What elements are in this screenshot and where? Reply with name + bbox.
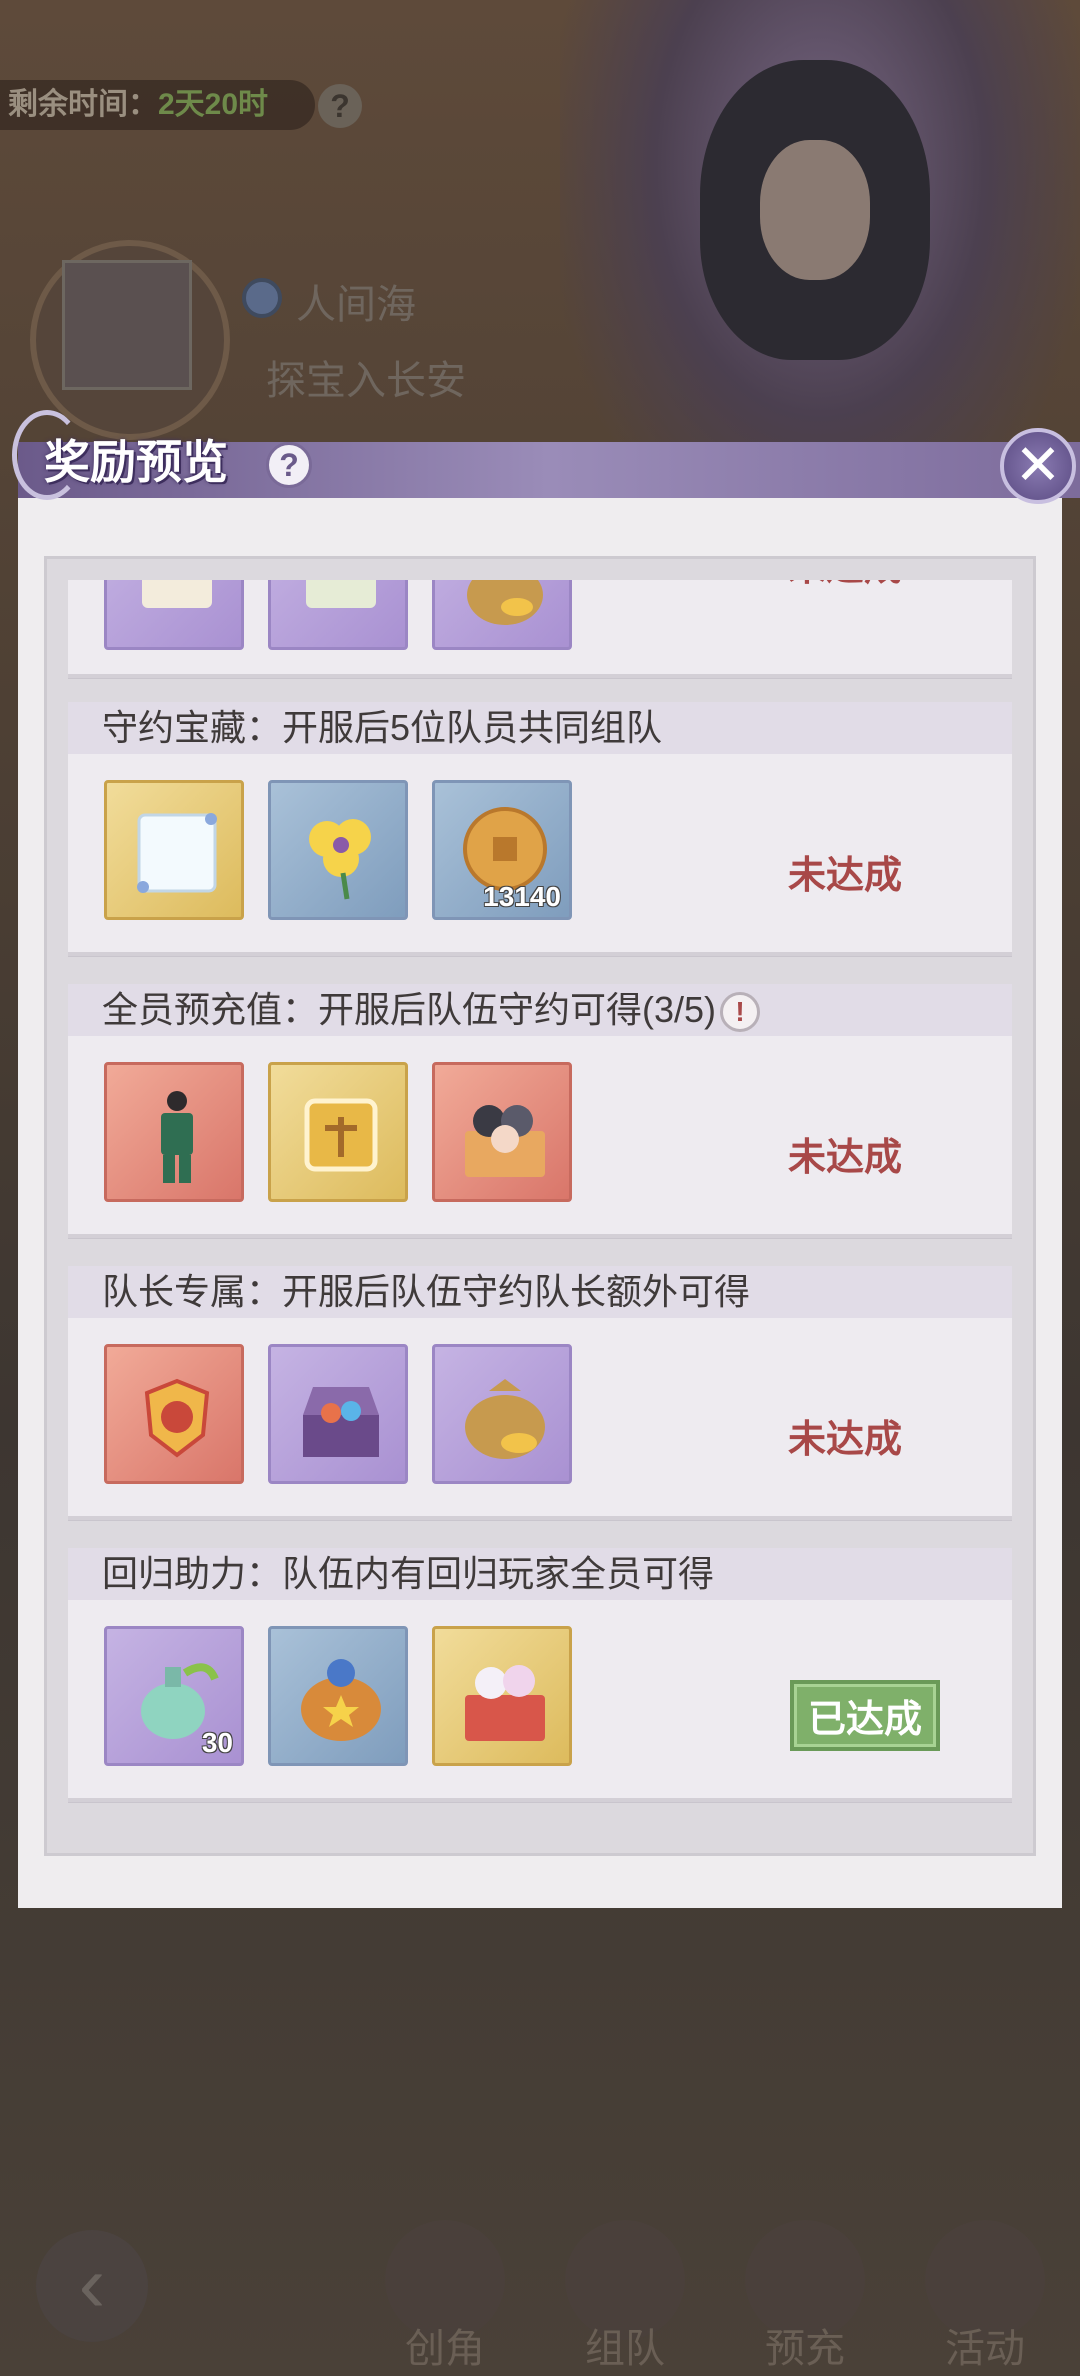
nav-create-character[interactable]: 创角 — [380, 2220, 510, 2371]
team-badge-icon — [304, 1098, 378, 1172]
status-label: 未达成 — [788, 1137, 903, 1179]
status-label: 未达成 — [788, 580, 902, 591]
reward-card: 未达成 — [68, 580, 1012, 678]
reward-item[interactable] — [268, 580, 408, 650]
reward-card-title-text: 全员预充值：开服后队伍守约可得(3/5) — [102, 989, 717, 1030]
frame-icon — [137, 813, 217, 893]
reward-card: 守约宝藏：开服后5位队员共同组队 13140 未达成 — [68, 702, 1012, 956]
reward-card: 队长专属：开服后队伍守约队长额外可得 未达成 — [68, 1266, 1012, 1520]
pet-box-icon — [465, 1665, 545, 1741]
gift-box-icon — [465, 1105, 545, 1177]
gold-bag-icon — [467, 580, 543, 625]
reward-item[interactable] — [104, 580, 244, 650]
item-quantity: 30 — [201, 1727, 233, 1758]
reward-card: 全员预充值：开服后队伍守约可得(3/5)! 未达成 — [68, 984, 1012, 1238]
reward-item[interactable]: 13140 — [432, 780, 572, 920]
nav-activity[interactable]: 活动 — [920, 2220, 1050, 2371]
help-icon[interactable]: ? — [266, 442, 312, 488]
reward-card-title: 守约宝藏：开服后5位队员共同组队 — [68, 702, 1012, 754]
remaining-time: 剩余时间：2天20时 — [0, 80, 315, 130]
modal-title: 奖励预览 — [44, 436, 228, 488]
nav-team[interactable]: 组队 — [560, 2220, 690, 2371]
reward-card: 回归助力：队伍内有回归玩家全员可得 30 已达成 — [68, 1548, 1012, 1802]
avatar[interactable] — [62, 260, 192, 390]
map-scroll-icon — [306, 580, 376, 608]
character-face — [760, 140, 870, 280]
help-icon[interactable]: ? — [318, 84, 362, 128]
reward-list[interactable]: 未达成 守约宝藏：开服后5位队员共同组队 13140 未达成 全员预充值：开服后… — [68, 580, 1012, 1820]
reward-card-title: 全员预充值：开服后队伍守约可得(3/5)! — [68, 984, 1012, 1036]
reward-item[interactable] — [104, 780, 244, 920]
nav-prepay[interactable]: 预充 — [740, 2220, 870, 2371]
reward-item[interactable] — [268, 1344, 408, 1484]
back-button[interactable]: ‹ — [36, 2230, 148, 2342]
reward-item[interactable] — [432, 1344, 572, 1484]
status-badge: 已达成 — [790, 1680, 941, 1751]
treasure-chest-icon — [303, 1387, 379, 1457]
status-label: 未达成 — [788, 855, 903, 897]
status-label: 未达成 — [788, 1419, 903, 1461]
item-quantity: 13140 — [483, 881, 561, 912]
reward-item[interactable] — [268, 1626, 408, 1766]
reward-card-title: 回归助力：队伍内有回归玩家全员可得 — [68, 1548, 1012, 1600]
server-subtitle: 探宝入长安 — [266, 359, 466, 403]
reward-item[interactable] — [104, 1062, 244, 1202]
nav-label: 创角 — [405, 2327, 485, 2371]
flower-icon — [309, 819, 371, 900]
nav-label: 组队 — [585, 2327, 665, 2371]
reward-item[interactable] — [432, 580, 572, 650]
reward-item[interactable] — [432, 1626, 572, 1766]
gold-bag-icon — [465, 1379, 545, 1459]
server-icon — [242, 278, 282, 318]
reward-item[interactable] — [268, 780, 408, 920]
warning-icon[interactable]: ! — [720, 992, 761, 1033]
reward-item[interactable] — [104, 1344, 244, 1484]
outfit-icon — [161, 1091, 193, 1183]
reward-item[interactable]: 30 — [104, 1626, 244, 1766]
star-bag-icon — [301, 1659, 381, 1741]
reward-item[interactable] — [268, 1062, 408, 1202]
scroll-icon — [142, 580, 212, 608]
close-button[interactable]: ✕ — [1000, 428, 1076, 504]
server-name: 人间海 — [296, 283, 416, 327]
reward-card-title: 队长专属：开服后队伍守约队长额外可得 — [68, 1266, 1012, 1318]
captain-badge-icon — [144, 1378, 210, 1458]
nav-label: 预充 — [765, 2327, 845, 2371]
nav-label: 活动 — [945, 2327, 1025, 2371]
reward-item[interactable] — [432, 1062, 572, 1202]
